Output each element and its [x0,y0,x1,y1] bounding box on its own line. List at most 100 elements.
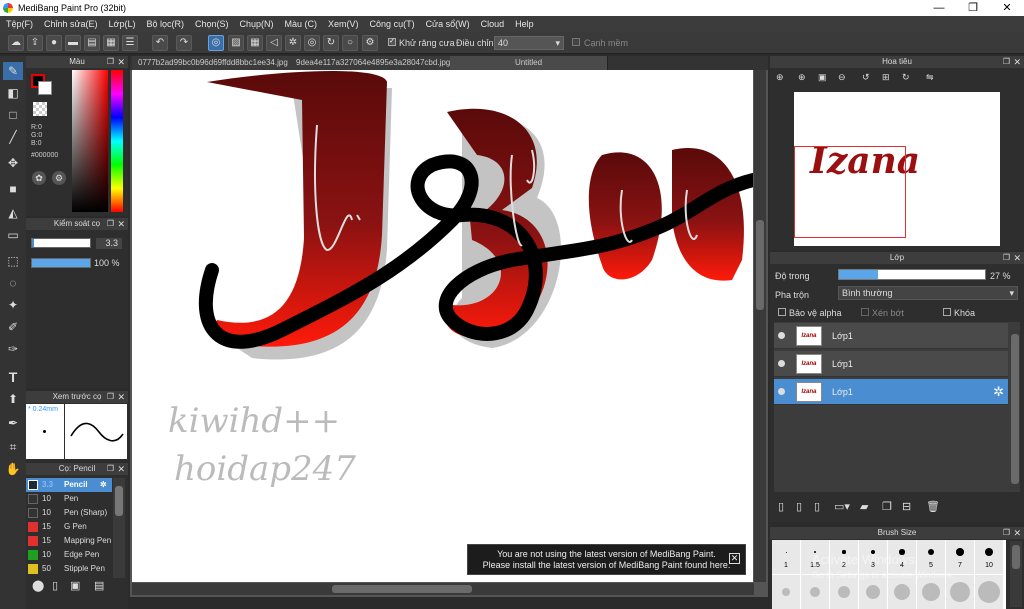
eraser-tool-icon[interactable]: ◧ [3,84,23,102]
layer-row-selected[interactable]: Izana Lớp1 ✲ [774,379,1008,405]
grid-icon[interactable]: ▦ [103,35,119,51]
brush-item[interactable]: 15 Mapping Pen [26,534,112,548]
close-icon[interactable]: ✕ [117,218,125,230]
brush-item[interactable]: 10 Edge Pen [26,548,112,562]
menu-file[interactable]: Tệp(F) [0,16,38,29]
detach-icon[interactable]: ❐ [107,218,114,230]
brush-size-cell-large[interactable] [830,575,858,609]
antialias-checkbox[interactable]: ✓ [388,38,396,46]
select-rect-icon[interactable]: ⬚ [3,252,23,270]
minimize-button[interactable]: — [922,0,956,16]
secondary-color-swatch[interactable] [38,81,52,95]
close-icon[interactable]: ✕ [1013,56,1021,68]
chat-icon[interactable]: ▬ [65,35,81,51]
visibility-icon[interactable] [778,388,785,395]
canvas-vertical-scrollbar[interactable] [754,70,766,582]
radial-icon[interactable]: ✲ [285,35,301,51]
clip-checkbox[interactable] [861,308,869,316]
brush-tool-icon[interactable]: ✎ [3,62,23,80]
detach-icon[interactable]: ❐ [1003,527,1010,539]
menu-help[interactable]: Help [509,16,539,29]
drawing-canvas[interactable]: kiwihd++ hoidap247 [132,70,753,582]
detach-icon[interactable]: ❐ [1003,252,1010,264]
hatch-icon[interactable]: ▨ [228,35,244,51]
palette-icon[interactable]: ✿ [32,171,46,185]
document-icon[interactable]: ▤ [84,35,100,51]
move-tool-icon[interactable]: ✥ [3,154,23,172]
detach-icon[interactable]: ❐ [107,463,114,475]
close-icon[interactable]: ✕ [117,56,125,68]
close-icon[interactable]: ✕ [1013,252,1021,264]
navigator-preview[interactable]: Izana [794,92,1000,246]
menu-view[interactable]: Xem(V) [322,16,364,29]
rectangle-tool-icon[interactable]: □ [3,106,23,124]
restore-button[interactable]: ❐ [956,0,990,16]
close-icon[interactable]: ✕ [117,463,125,475]
perspective-icon[interactable]: ◁ [266,35,282,51]
delete-layer-icon[interactable]: 🗑 [926,500,940,513]
duplicate-layer-icon[interactable]: ❐ [882,500,892,513]
tab-untitled[interactable]: Untitled [450,56,608,70]
redo-icon[interactable]: ↷ [176,35,192,51]
brush-size-cell-large[interactable] [859,575,887,609]
brush-item[interactable]: 50 Stipple Pen [26,562,112,576]
list-icon[interactable]: ☰ [122,35,138,51]
menu-color[interactable]: Màu (C) [279,16,323,29]
add-layer-menu-icon[interactable]: ▭▾ [834,500,850,513]
visibility-icon[interactable] [778,360,785,367]
close-icon[interactable]: ✕ [1013,527,1021,539]
brush-size-cell[interactable]: 7 [946,540,974,574]
fit-icon[interactable]: ▣ [818,72,827,83]
new-8bit-layer-icon[interactable]: ▯ [814,500,820,513]
brush-menu-icon[interactable]: ▣ [70,579,80,592]
fill-rect-tool-icon[interactable]: ■ [3,180,23,198]
detach-icon[interactable]: ❐ [1003,56,1010,68]
rotate-left-icon[interactable]: ↺ [862,72,870,83]
menu-select[interactable]: Chọn(S) [189,16,234,29]
layer-list-scrollbar[interactable] [1010,330,1020,490]
brush-size-cell-large[interactable] [801,575,829,609]
menu-tools[interactable]: Công cụ(T) [364,16,420,29]
select-eraser-icon[interactable]: ✑ [3,340,23,358]
brush-size-cell[interactable]: 5 [917,540,945,574]
rotate-right-icon[interactable]: ↻ [902,72,910,83]
color-settings-icon[interactable]: ⚙ [52,171,66,185]
menu-layer[interactable]: Lớp(L) [103,16,141,29]
brush-size-slider[interactable] [31,238,91,248]
close-button[interactable]: ✕ [990,0,1024,16]
brush-size-cell[interactable]: 1 [772,540,800,574]
select-pen-icon[interactable]: ✐ [3,318,23,336]
brush-list-scrollbar[interactable] [113,478,125,578]
notice-close-button[interactable]: ✕ [729,553,740,564]
select-tool-icon[interactable]: ◎ [208,35,224,51]
crop-icon[interactable]: ⌗ [3,438,23,456]
menu-edit[interactable]: Chỉnh sửa(E) [38,16,103,29]
visibility-icon[interactable] [778,332,785,339]
update-notice[interactable]: You are not using the latest version of … [467,544,746,575]
brush-size-cell[interactable]: 10 [975,540,1003,574]
flip-icon[interactable]: ⇋ [926,72,934,83]
detach-icon[interactable]: ❐ [107,56,114,68]
protect-alpha-checkbox[interactable] [778,308,786,316]
saturation-value-picker[interactable] [72,70,108,212]
settings-icon[interactable]: ⚙ [362,35,378,51]
brush-size-cell-large[interactable] [772,575,800,609]
line-tool-icon[interactable]: ╱ [3,128,23,146]
menu-window[interactable]: Cửa sổ(W) [420,16,475,29]
brush-size-cell-large[interactable] [888,575,916,609]
hand-tool-icon[interactable]: ✋ [3,460,23,478]
brush-size-scrollbar[interactable] [1010,541,1022,607]
gradient-tool-icon[interactable]: ▭ [3,226,23,244]
add-brush-icon[interactable]: ⬤ [32,579,44,592]
close-icon[interactable]: ✕ [117,391,125,403]
layer-opacity-slider[interactable] [838,269,986,280]
zoom-in-alt-icon[interactable]: ⊕ [798,72,806,83]
zoom-in-icon[interactable]: ⊕ [776,72,784,83]
eyedropper-icon[interactable]: ✒ [3,414,23,432]
layer-row[interactable]: Izana Lớp1 [774,351,1008,377]
tab-image-1[interactable]: 0777b2ad99bc0b96d69ffdd8bbc1ee34.jpg [132,56,295,70]
transparent-swatch[interactable] [33,102,47,116]
canvas-horizontal-scrollbar[interactable] [132,583,754,595]
brush-size-cell-large[interactable] [917,575,945,609]
undo-icon[interactable]: ↶ [152,35,168,51]
